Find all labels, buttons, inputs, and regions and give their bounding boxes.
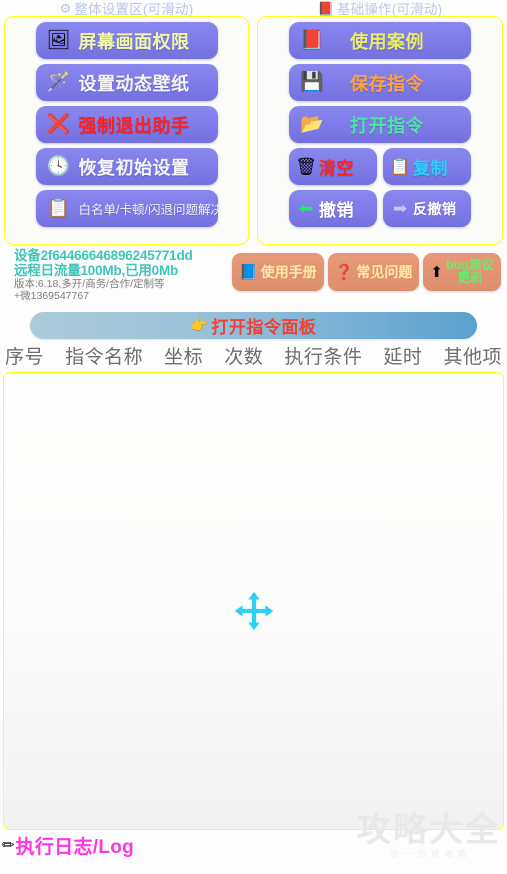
column-header-index: 序号 [5,347,45,368]
open-command-panel-bar[interactable]: 👉 打开指令面板 [30,312,477,339]
device-info-section: 设备2f64466646896245771dd 远程日流量100Mb,已用0Mb… [0,245,507,309]
column-header-condition: 执行条件 [284,347,363,368]
copy-document-icon: 📋 [389,157,411,176]
screen-permission-button[interactable]: 🖼 屏幕画面权限 [35,22,218,59]
save-command-label: 保存指令 [350,73,424,94]
restore-defaults-label: 恢复初始设置 [78,157,190,178]
restore-defaults-button[interactable]: 🕓 恢复初始设置 [35,148,218,185]
trash-icon: 🗑 [295,157,317,176]
undo-arrow-icon: ⬅ [298,199,314,218]
undo-button[interactable]: ⬅ 撤销 [289,190,377,227]
move-arrows-icon[interactable] [231,588,277,634]
column-header-coords: 坐标 [164,347,204,368]
contact-text: +微1369547767 [14,290,90,302]
help-buttons-row: 📘 使用手册 ❓ 常见问题 ⬆ bug建议 更新 [232,253,501,291]
clear-label: 清空 [319,159,354,178]
redo-label: 反撤销 [413,200,457,217]
settings-panel: ⚙ 整体设置区(可滑动) 🖼 屏幕画面权限 🪄 设置动态壁纸 ❌ 强制退出助手 [0,0,253,245]
column-header-count: 次数 [224,347,264,368]
save-command-button[interactable]: 💾 保存指令 [289,64,471,101]
manual-label: 使用手册 [260,264,317,280]
undo-redo-row: ⬅ 撤销 ➡ 反撤销 [289,190,471,227]
table-column-headers: 序号 指令名称 坐标 次数 执行条件 延时 其他项 [0,339,507,372]
undo-label: 撤销 [319,201,354,220]
set-live-wallpaper-label: 设置动态壁纸 [78,73,190,94]
open-command-panel-wrap: 👉 打开指令面板 [0,309,507,339]
bug-suggestion-update-button[interactable]: ⬆ bug建议 更新 [423,253,501,291]
bug-suggestion-label: bug建议 更新 [446,258,494,285]
copy-button[interactable]: 📋 复制 [383,148,471,185]
faq-button[interactable]: ❓ 常见问题 [327,253,420,291]
settings-panel-box: 🖼 屏幕画面权限 🪄 设置动态壁纸 ❌ 强制退出助手 🕓 恢复初始设置 📋 白名… [4,16,249,245]
pen-icon: ✏ [2,837,15,854]
column-header-delay: 延时 [383,347,423,368]
clear-button[interactable]: 🗑 清空 [289,148,377,185]
open-folder-icon: 📂 [300,114,324,135]
basic-operations-panel-box: 📕 使用案例 💾 保存指令 📂 打开指令 🗑 清空 📋 复制 ⬅ 撤销 ➡ 反撤… [257,16,503,245]
bottom-bar: ✏ 执行日志/Log 攻略大全 @ 一 游 戏 攻 略 [0,813,507,866]
faq-label: 常见问题 [356,264,413,280]
app-root: ⚙ 整体设置区(可滑动) 🖼 屏幕画面权限 🪄 设置动态壁纸 ❌ 强制退出助手 [0,0,507,874]
column-header-name: 指令名称 [65,347,144,368]
whitelist-troubleshoot-button[interactable]: 📋 白名单/卡顿/闪退问题解决 [35,190,218,227]
gear-icon: ⚙ [59,0,72,16]
red-x-icon: ❌ [46,114,71,135]
basic-operations-panel-title: 📕 基础操作(可滑动) [253,0,507,18]
settings-panel-title-label: 整体设置区(可滑动) [74,2,194,17]
clear-copy-row: 🗑 清空 📋 复制 [289,148,471,185]
magic-wand-icon: 🪄 [46,72,71,93]
set-live-wallpaper-button[interactable]: 🪄 设置动态壁纸 [35,64,218,101]
column-header-other: 其他项 [443,347,502,368]
screen-permission-label: 屏幕画面权限 [78,31,190,52]
top-panels-row: ⚙ 整体设置区(可滑动) 🖼 屏幕画面权限 🪄 设置动态壁纸 ❌ 强制退出助手 [0,0,507,245]
execution-log-label: 执行日志/Log [15,837,135,858]
restore-clock-icon: 🕓 [46,156,71,177]
force-quit-label: 强制退出助手 [78,115,190,136]
open-command-button[interactable]: 📂 打开指令 [289,106,471,143]
redo-arrow-icon: ➡ [392,199,408,218]
settings-panel-title: ⚙ 整体设置区(可滑动) [0,0,253,18]
execution-log-button[interactable]: ✏ 执行日志/Log [2,832,507,859]
floppy-disk-icon: 💾 [300,72,324,93]
clipboard-check-icon: 📋 [46,198,71,219]
copy-label: 复制 [413,159,448,178]
redo-button[interactable]: ➡ 反撤销 [383,190,471,227]
upload-icon: ⬆ [430,263,443,281]
book-icon: 📕 [317,0,335,16]
picture-frame-icon: 🖼 [46,30,71,51]
basic-operations-panel: 📕 基础操作(可滑动) 📕 使用案例 💾 保存指令 📂 打开指令 🗑 清空 📋 … [253,0,507,245]
manual-book-icon: 📘 [239,263,258,281]
basic-operations-panel-title-label: 基础操作(可滑动) [337,2,443,17]
command-table-area[interactable] [3,372,504,830]
open-command-panel-label: 打开指令面板 [211,318,317,337]
question-shield-icon: ❓ [334,263,354,281]
open-command-label: 打开指令 [350,115,424,136]
use-case-button[interactable]: 📕 使用案例 [289,22,471,59]
use-case-label: 使用案例 [350,31,424,52]
manual-button[interactable]: 📘 使用手册 [232,253,324,291]
whitelist-troubleshoot-label: 白名单/卡顿/闪退问题解决 [78,203,218,217]
force-quit-button[interactable]: ❌ 强制退出助手 [35,106,218,143]
bookmark-icon: 📕 [300,30,324,51]
pointing-hand-icon: 👉 [190,317,210,334]
